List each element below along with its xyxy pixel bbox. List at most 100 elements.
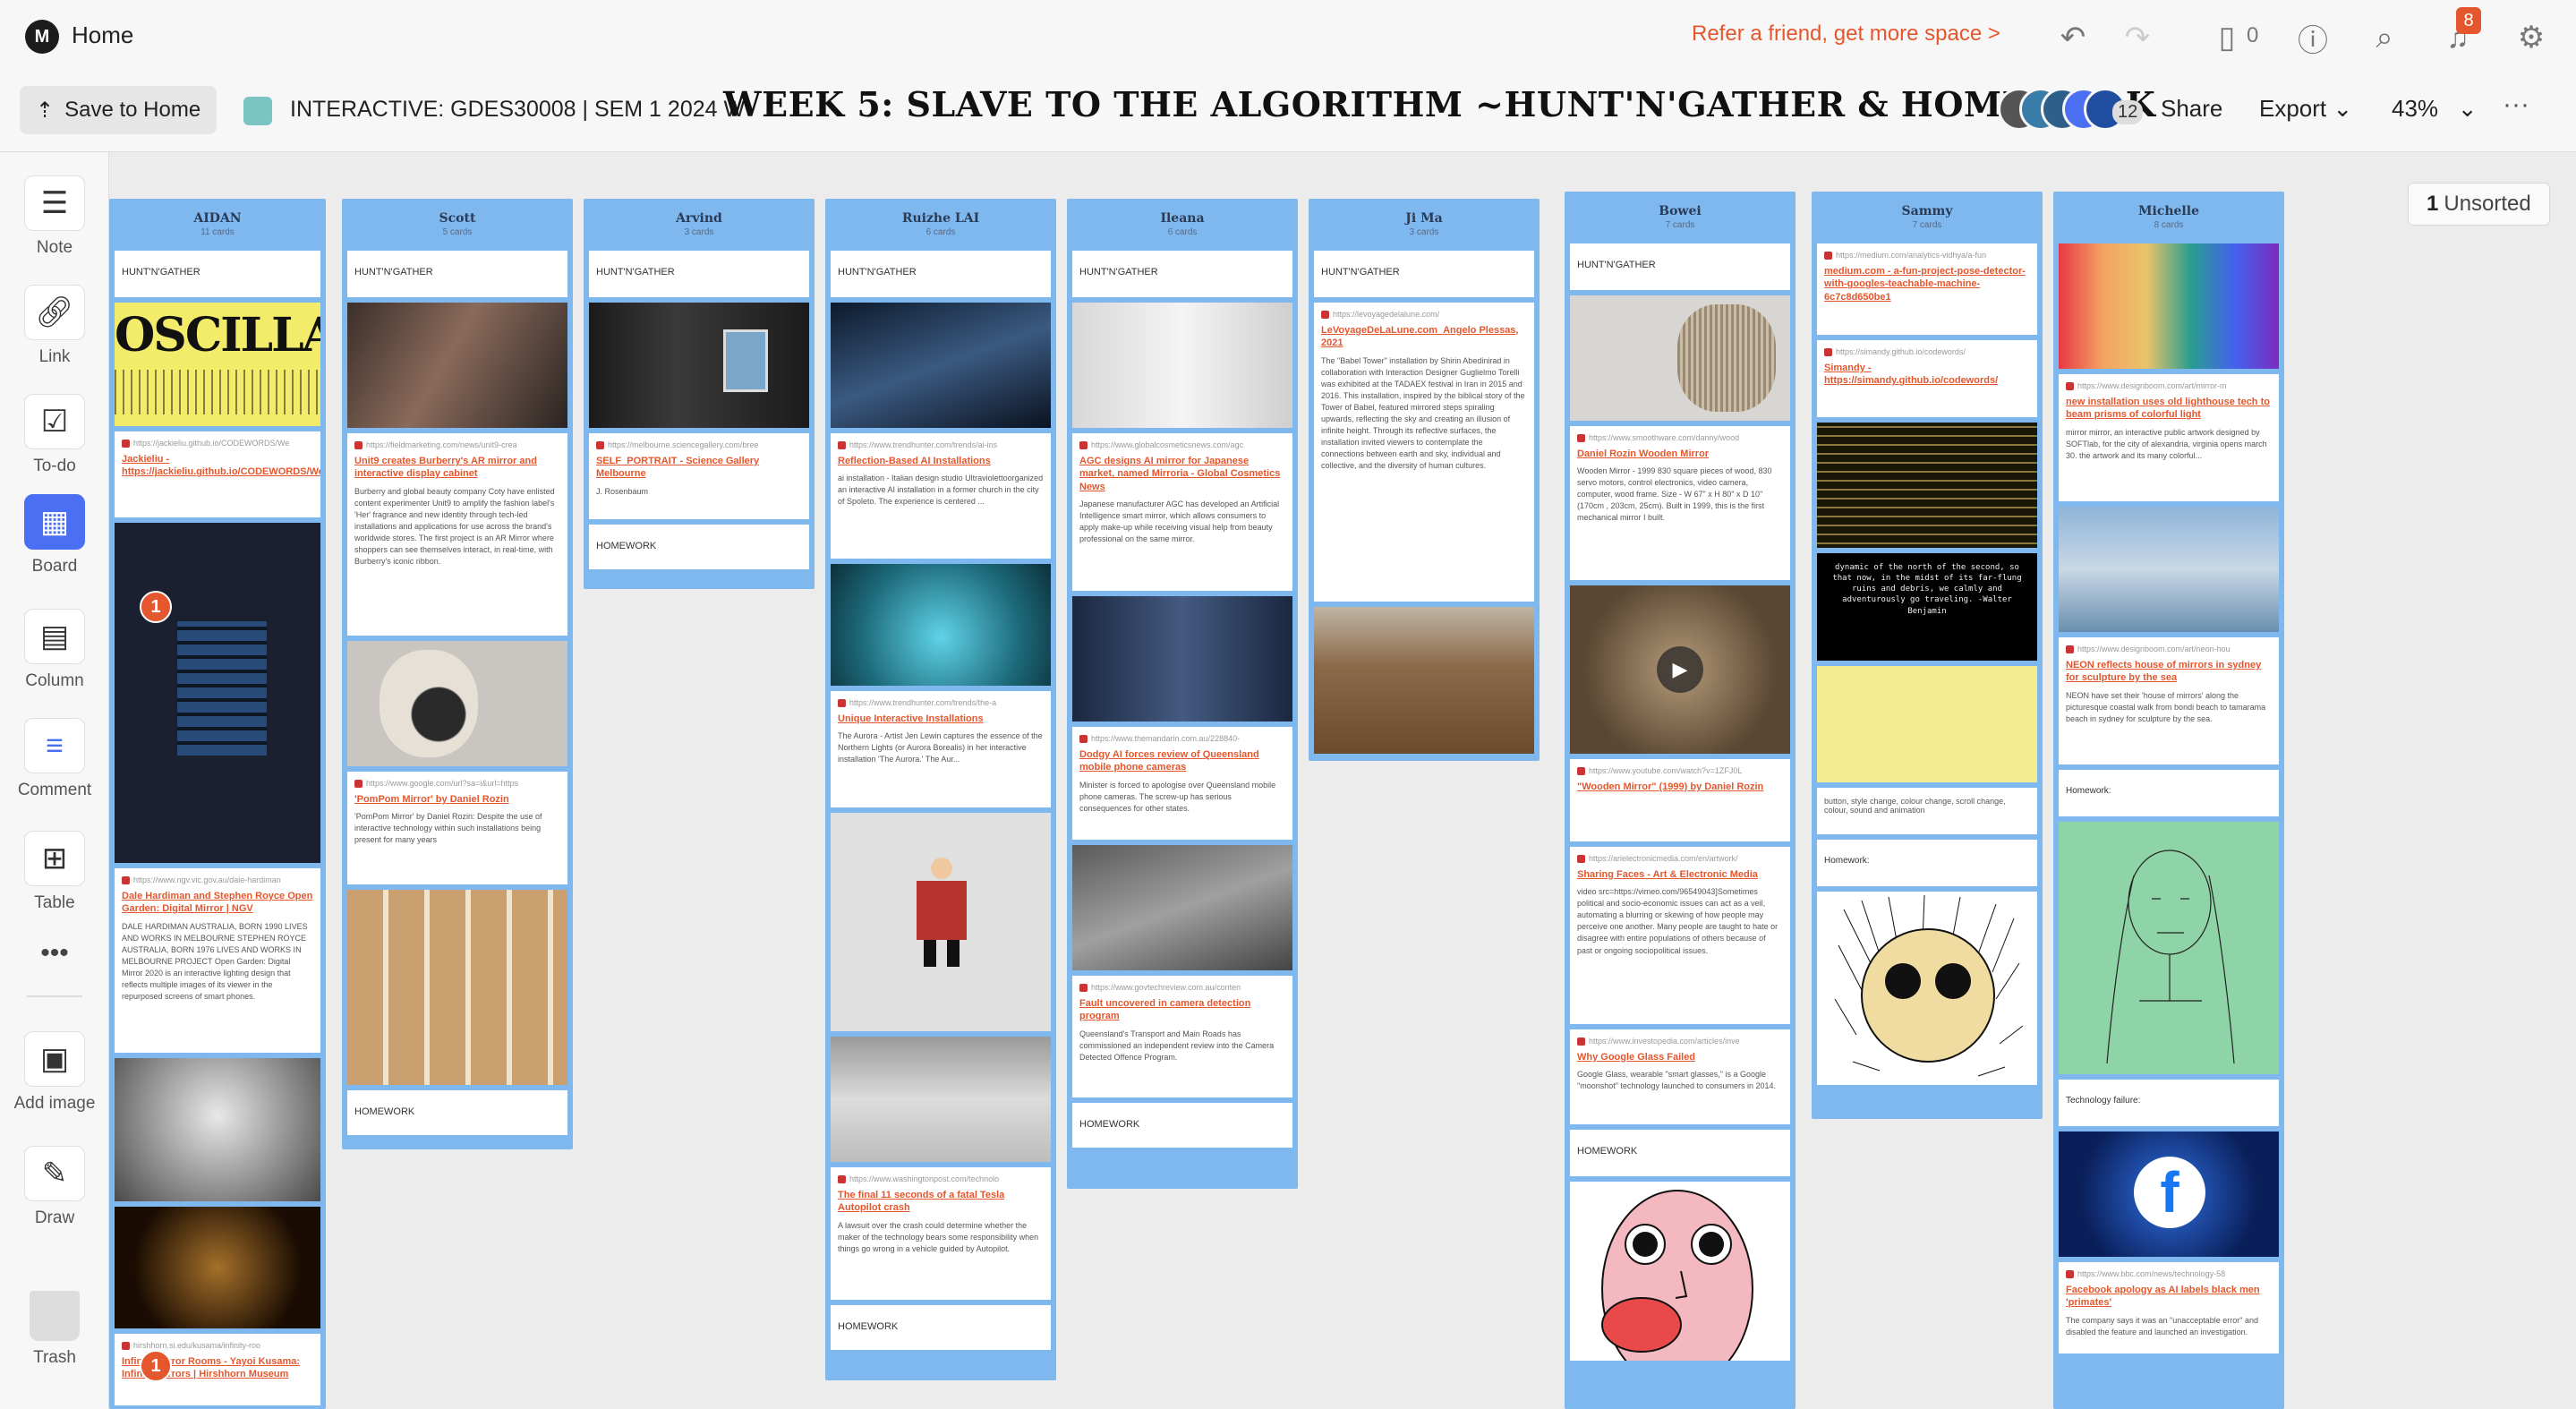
tool-table[interactable]: ⊞ Table <box>0 831 109 913</box>
column-ileana[interactable]: Ileana 6 cards HUNT'N'GATHER https://www.… <box>1067 199 1298 1189</box>
tool-column[interactable]: ▤ Column <box>0 609 109 691</box>
link-card[interactable]: https://www.investopedia.com/articles/in… <box>1570 1029 1790 1124</box>
tool-draw[interactable]: ✎ Draw <box>0 1146 109 1228</box>
link-card[interactable]: https://www.ngv.vic.gov.au/dale-hardiman… <box>115 868 320 1053</box>
note-card[interactable]: HOMEWORK <box>589 525 809 569</box>
image-card[interactable] <box>831 1037 1051 1162</box>
note-card[interactable]: HOMEWORK <box>831 1305 1051 1350</box>
video-card[interactable]: ▶ <box>1570 585 1790 754</box>
breadcrumb[interactable]: INTERACTIVE: GDES30008 | SEM 1 2024 W <box>290 97 745 123</box>
link-title[interactable]: Unit9 creates Burberry's AR mirror and i… <box>354 455 560 481</box>
link-title[interactable]: Sharing Faces - Art & Electronic Media <box>1577 868 1783 881</box>
tool-more[interactable]: ••• <box>0 938 109 969</box>
column-michelle[interactable]: Michelle 8 cards https://www.designboom.c… <box>2053 192 2284 1409</box>
link-title[interactable]: Unique Interactive Installations <box>838 713 1044 725</box>
export-button[interactable]: Export ⌄ <box>2259 95 2352 123</box>
link-title[interactable]: AGC designs AI mirror for Japanese marke… <box>1079 455 1285 493</box>
link-card[interactable]: https://arielectronicmedia.com/en/artwor… <box>1570 847 1790 1024</box>
drawing-card[interactable] <box>2059 822 2279 1074</box>
link-card[interactable]: https://levoyagedelalune.com/ LeVoyageDe… <box>1314 303 1534 602</box>
note-card[interactable]: HUNT'N'GATHER <box>1072 251 1292 297</box>
column-bowei[interactable]: Bowei 7 cards HUNT'N'GATHER https://www.s… <box>1565 192 1796 1409</box>
link-title[interactable]: medium.com - a-fun-project-pose-detector… <box>1824 265 2030 303</box>
column-sammy[interactable]: Sammy 7 cards https://medium.com/analytic… <box>1812 192 2043 1119</box>
link-title[interactable]: Jackieliu - https://jackieliu.github.io/… <box>122 453 320 479</box>
link-title[interactable]: Reflection-Based AI Installations <box>838 455 1044 467</box>
app-logo[interactable]: M <box>25 20 59 54</box>
image-card[interactable] <box>831 813 1051 1031</box>
link-title[interactable]: "Wooden Mirror" (1999) by Daniel Rozin <box>1577 781 1783 793</box>
note-card[interactable]: HUNT'N'GATHER <box>115 251 320 297</box>
note-card[interactable]: HUNT'N'GATHER <box>1314 251 1534 297</box>
redo-icon[interactable]: ↷ <box>2116 16 2159 59</box>
image-card[interactable] <box>115 523 320 863</box>
zoom-select[interactable]: 43% ⌄ <box>2392 95 2478 123</box>
link-title[interactable]: Why Google Glass Failed <box>1577 1051 1783 1063</box>
tool-board[interactable]: ▦ Board <box>0 494 109 576</box>
image-card[interactable] <box>1072 303 1292 428</box>
tool-trash[interactable]: Trash <box>0 1291 109 1368</box>
image-card[interactable] <box>347 303 567 428</box>
link-title[interactable]: LeVoyageDeLaLune.com_Angelo Plessas, 202… <box>1321 324 1527 350</box>
note-card[interactable]: HUNT'N'GATHER <box>589 251 809 297</box>
more-menu-button[interactable]: ··· <box>2503 90 2529 120</box>
link-card[interactable]: https://www.trendhunter.com/trends/ai-in… <box>831 433 1051 559</box>
image-card[interactable]: f <box>2059 1131 2279 1257</box>
link-card[interactable]: https://jackieliu.github.io/CODEWORDS/We… <box>115 431 320 517</box>
link-card[interactable]: https://www.bbc.com/news/technology-58 F… <box>2059 1262 2279 1353</box>
link-title[interactable]: Simandy - https://simandy.github.io/code… <box>1824 362 2030 388</box>
link-title[interactable]: NEON reflects house of mirrors in sydney… <box>2066 659 2272 685</box>
link-title[interactable]: Daniel Rozin Wooden Mirror <box>1577 448 1783 460</box>
link-card[interactable]: https://www.designboom.com/art/neon-hou … <box>2059 637 2279 764</box>
image-card[interactable] <box>347 890 567 1085</box>
image-card[interactable] <box>2059 243 2279 369</box>
image-card[interactable] <box>1570 295 1790 421</box>
quote-card[interactable]: dynamic of the north of the second, so t… <box>1817 553 2037 661</box>
note-card[interactable]: HOMEWORK <box>1570 1130 1790 1176</box>
image-card[interactable] <box>347 641 567 766</box>
link-title[interactable]: Fault uncovered in camera detection prog… <box>1079 997 1285 1023</box>
link-title[interactable]: new installation uses old lighthouse tec… <box>2066 396 2272 422</box>
home-link[interactable]: Home <box>72 21 133 49</box>
note-card[interactable]: HUNT'N'GATHER <box>1570 243 1790 290</box>
column-scott[interactable]: Scott 5 cards HUNT'N'GATHER https://field… <box>342 199 573 1149</box>
image-card[interactable] <box>2059 507 2279 632</box>
note-card[interactable]: HUNT'N'GATHER <box>831 251 1051 297</box>
link-title[interactable]: 'PomPom Mirror' by Daniel Rozin <box>354 793 560 806</box>
image-card[interactable] <box>831 303 1051 428</box>
device-icon[interactable]: ▯ <box>2205 16 2248 59</box>
image-card[interactable] <box>1314 607 1534 754</box>
link-card[interactable]: https://www.google.com/url?sa=i&url=http… <box>347 772 567 884</box>
column-ji-ma[interactable]: Ji Ma 3 cards HUNT'N'GATHER https://levoy… <box>1309 199 1540 761</box>
image-card[interactable] <box>589 303 809 428</box>
note-card[interactable]: Homework: <box>2059 770 2279 816</box>
link-card[interactable]: https://www.smoothware.com/danny/wood Da… <box>1570 426 1790 580</box>
column-aidan[interactable]: AIDAN11 cards HUNT'N'GATHER OSCILLATE ht… <box>109 199 326 1409</box>
column-arvind[interactable]: Arvind 3 cards HUNT'N'GATHER https://melb… <box>584 199 815 589</box>
link-card[interactable]: https://www.govtechreview.com.au/conten … <box>1072 976 1292 1097</box>
tool-add-image[interactable]: ▣ Add image <box>0 1031 109 1114</box>
link-card[interactable]: https://melbourne.sciencegallery.com/bre… <box>589 433 809 519</box>
image-card[interactable] <box>115 1207 320 1328</box>
link-title[interactable]: The final 11 seconds of a fatal Tesla Au… <box>838 1189 1044 1215</box>
link-title[interactable]: Dale Hardiman and Stephen Royce Open Gar… <box>122 890 313 916</box>
note-card[interactable]: button, style change, colour change, scr… <box>1817 788 2037 834</box>
link-card[interactable]: https://www.globalcosmeticsnews.com/agc … <box>1072 433 1292 591</box>
tool-note[interactable]: ☰ Note <box>0 175 109 258</box>
image-card[interactable] <box>1072 596 1292 722</box>
note-card[interactable]: Homework: <box>1817 840 2037 886</box>
link-title[interactable]: Dodgy AI forces review of Queensland mob… <box>1079 748 1285 774</box>
link-card[interactable]: https://simandy.github.io/codewords/ Sim… <box>1817 340 2037 417</box>
image-card[interactable] <box>115 1058 320 1201</box>
refer-friend-link[interactable]: Refer a friend, get more space > <box>1692 21 2000 47</box>
link-card[interactable]: https://www.trendhunter.com/trends/the-a… <box>831 691 1051 807</box>
link-card[interactable]: https://fieldmarketing.com/news/unit9-cr… <box>347 433 567 636</box>
comment-badge[interactable]: 1 <box>140 1350 172 1382</box>
link-card[interactable]: https://www.washingtonpost.com/technolo … <box>831 1167 1051 1300</box>
link-card[interactable]: https://medium.com/analytics-vidhya/a-fu… <box>1817 243 2037 335</box>
link-card[interactable]: https://www.designboom.com/art/mirror-m … <box>2059 374 2279 501</box>
color-card[interactable] <box>1817 666 2037 782</box>
link-title[interactable]: SELF_PORTRAIT - Science Gallery Melbourn… <box>596 455 802 481</box>
column-ruizhe-lai[interactable]: Ruizhe LAI 6 cards HUNT'N'GATHER https://… <box>825 199 1056 1380</box>
link-card[interactable]: https://www.youtube.com/watch?v=1ZFJ0L "… <box>1570 759 1790 841</box>
